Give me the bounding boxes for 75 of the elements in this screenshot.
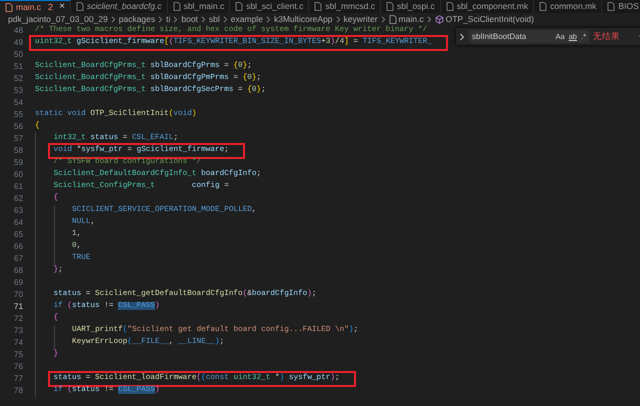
problem-count: 2	[48, 2, 54, 12]
line-number: 49	[12, 38, 24, 48]
chevron-right-icon	[266, 16, 271, 22]
file-icon	[607, 2, 616, 11]
line-number: 65	[12, 230, 24, 240]
breadcrumb-item[interactable]: pdk_jacinto_07_03_00_29	[8, 14, 108, 24]
breadcrumb-item[interactable]: packages	[118, 14, 156, 24]
editor-tab[interactable]: main.c 2 ×	[0, 0, 71, 13]
line-number: 73	[12, 326, 24, 336]
line-number: 55	[12, 110, 24, 120]
line-number: 48	[12, 26, 24, 36]
file-icon	[314, 2, 322, 11]
chevron-right-icon	[200, 16, 206, 22]
file-icon	[172, 2, 181, 11]
line-number: 59	[12, 158, 24, 168]
line-number: 51	[12, 62, 24, 72]
file-icon	[235, 2, 244, 11]
tab-label: sbl_sci_client.c	[246, 2, 304, 11]
chevron-right-icon	[222, 16, 228, 22]
tab-label: sciclient_boardcfg.c	[86, 2, 162, 11]
line-number: 54	[12, 98, 24, 108]
line-number: 70	[12, 290, 24, 300]
breadcrumb-item[interactable]: OTP_SciClientInit(void)	[446, 14, 534, 24]
line-number: 62	[12, 194, 24, 204]
tab-label: sbl_mmcsd.c	[325, 2, 375, 11]
line-number: 50	[12, 50, 24, 60]
tab-label: sbl_component.mk	[456, 2, 528, 11]
file-icon	[446, 2, 454, 11]
line-number: 53	[12, 86, 24, 96]
line-number: 78	[12, 386, 24, 396]
line-number: 56	[12, 122, 24, 132]
find-text: sblInitBootData	[472, 32, 526, 40]
chevron-right-icon	[426, 16, 432, 22]
find-result: 无结果	[593, 32, 620, 41]
chevron-right-icon	[158, 16, 164, 22]
chevron-right-icon	[380, 16, 386, 22]
breadcrumb-item[interactable]: main.c	[398, 14, 424, 24]
chevron-right-icon	[173, 16, 178, 22]
breadcrumb-item[interactable]: boot	[181, 14, 198, 24]
line-number: 76	[12, 362, 24, 372]
file-icon	[539, 2, 548, 11]
breadcrumb-item[interactable]: example	[230, 14, 263, 24]
line-number: 69	[12, 278, 24, 288]
line-number: 61	[12, 182, 24, 192]
line-number: 52	[12, 74, 24, 84]
line-number: 57	[12, 134, 24, 144]
line-number: 66	[12, 242, 24, 252]
chevron-right-icon[interactable]	[459, 32, 465, 40]
tab-label: BIOS	[618, 2, 639, 11]
cube-icon	[434, 14, 444, 24]
editor-tab[interactable]: sbl_main.c	[168, 0, 230, 13]
chevron-right-icon	[336, 16, 341, 22]
line-number: 67	[12, 254, 24, 264]
file-icon	[76, 2, 84, 11]
tab-label: sbl_main.c	[184, 2, 224, 11]
line-number: 72	[12, 314, 24, 324]
breadcrumb-item[interactable]: keywriter	[344, 14, 378, 24]
line-number: 75	[12, 350, 24, 360]
close-icon[interactable]: ×	[59, 2, 65, 12]
breadcrumb-item[interactable]: ti	[166, 14, 170, 24]
line-number: 60	[12, 170, 24, 180]
line-number: 63	[12, 206, 24, 216]
line-number: 74	[12, 338, 24, 348]
chevron-right-icon	[110, 16, 116, 22]
tab-label: sbl_ospi.c	[396, 2, 435, 11]
tab-label: common.mk	[550, 2, 596, 11]
file-icon	[5, 2, 13, 12]
breadcrumb-item[interactable]: k3MulticoreApp	[274, 14, 333, 24]
line-number: 68	[12, 266, 24, 276]
tab-label: main.c	[16, 2, 42, 12]
line-number: 58	[12, 146, 24, 156]
line-number: 64	[12, 218, 24, 228]
line-number: 77	[12, 374, 24, 384]
line-number: 71	[12, 302, 24, 312]
breadcrumb-item[interactable]: sbl	[208, 14, 220, 24]
